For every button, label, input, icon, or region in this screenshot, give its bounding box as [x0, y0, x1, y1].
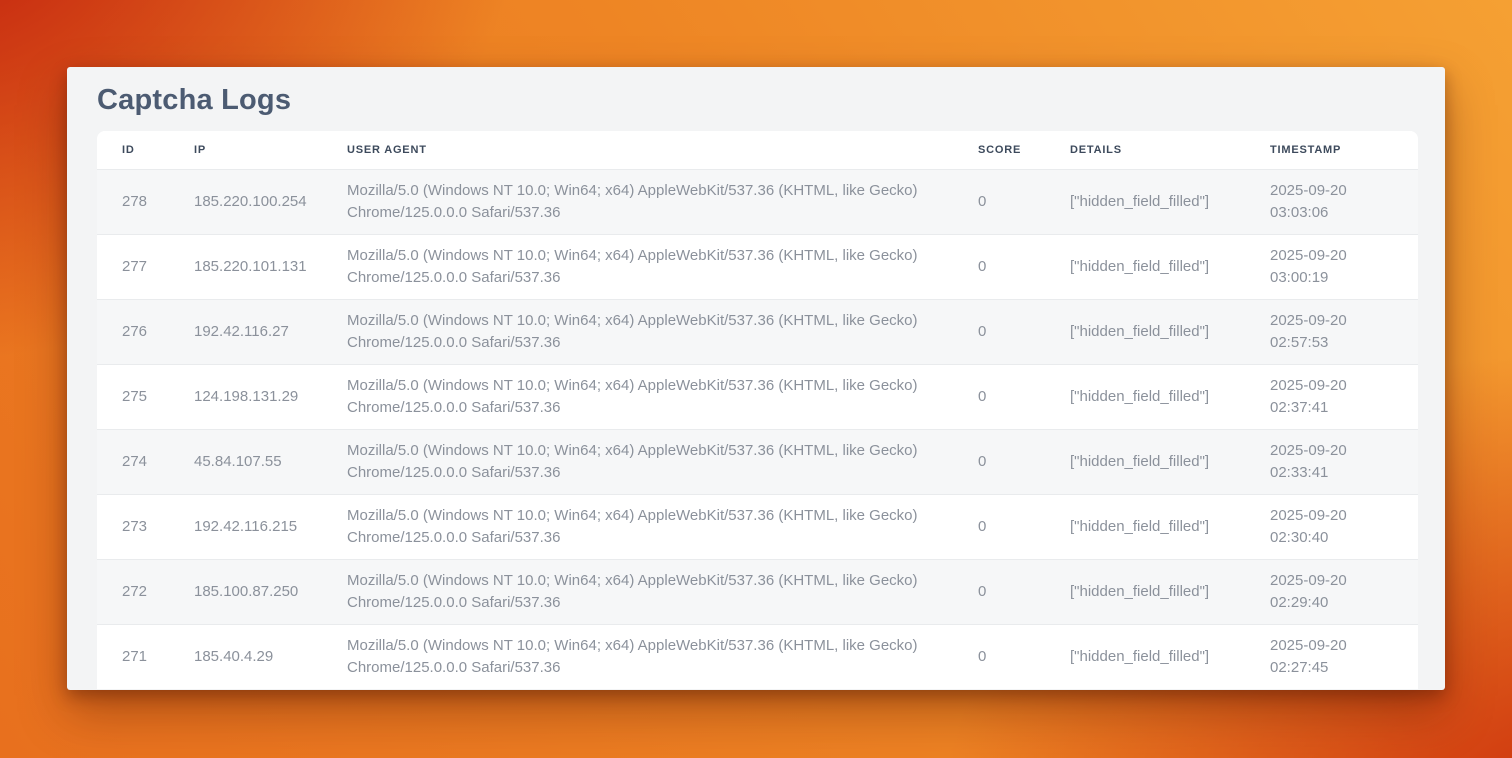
table-row: 271 185.40.4.29 Mozilla/5.0 (Windows NT … [97, 625, 1418, 690]
cell-details: ["hidden_field_filled"] [1070, 300, 1270, 365]
cell-id: 278 [97, 170, 194, 235]
cell-timestamp: 2025-09-20 03:03:06 [1270, 170, 1418, 235]
cell-user-agent: Mozilla/5.0 (Windows NT 10.0; Win64; x64… [347, 300, 978, 365]
column-header-ip: IP [194, 131, 347, 170]
cell-ip: 185.220.100.254 [194, 170, 347, 235]
table-row: 277 185.220.101.131 Mozilla/5.0 (Windows… [97, 235, 1418, 300]
cell-details: ["hidden_field_filled"] [1070, 430, 1270, 495]
cell-timestamp: 2025-09-20 02:30:40 [1270, 495, 1418, 560]
cell-id: 276 [97, 300, 194, 365]
cell-score: 0 [978, 300, 1070, 365]
cell-timestamp: 2025-09-20 02:29:40 [1270, 560, 1418, 625]
captcha-logs-table-container[interactable]: IDIPUSER AGENTSCOREDETAILSTIMESTAMP 278 … [97, 131, 1418, 689]
column-header-id: ID [97, 131, 194, 170]
column-header-details: DETAILS [1070, 131, 1270, 170]
cell-ip: 185.100.87.250 [194, 560, 347, 625]
page-title: Captcha Logs [97, 81, 1418, 119]
cell-ip: 124.198.131.29 [194, 365, 347, 430]
cell-user-agent: Mozilla/5.0 (Windows NT 10.0; Win64; x64… [347, 170, 978, 235]
cell-id: 277 [97, 235, 194, 300]
cell-ip: 45.84.107.55 [194, 430, 347, 495]
cell-score: 0 [978, 495, 1070, 560]
table-row: 275 124.198.131.29 Mozilla/5.0 (Windows … [97, 365, 1418, 430]
column-header-user-agent: USER AGENT [347, 131, 978, 170]
table-row: 276 192.42.116.27 Mozilla/5.0 (Windows N… [97, 300, 1418, 365]
table-row: 272 185.100.87.250 Mozilla/5.0 (Windows … [97, 560, 1418, 625]
cell-score: 0 [978, 560, 1070, 625]
cell-score: 0 [978, 235, 1070, 300]
cell-id: 272 [97, 560, 194, 625]
page-background: { "page": { "title": "Captcha Logs" }, "… [0, 0, 1512, 758]
table-row: 273 192.42.116.215 Mozilla/5.0 (Windows … [97, 495, 1418, 560]
cell-details: ["hidden_field_filled"] [1070, 495, 1270, 560]
cell-ip: 192.42.116.27 [194, 300, 347, 365]
cell-details: ["hidden_field_filled"] [1070, 625, 1270, 690]
table-body: 278 185.220.100.254 Mozilla/5.0 (Windows… [97, 170, 1418, 690]
cell-ip: 185.40.4.29 [194, 625, 347, 690]
cell-user-agent: Mozilla/5.0 (Windows NT 10.0; Win64; x64… [347, 560, 978, 625]
cell-id: 271 [97, 625, 194, 690]
cell-id: 275 [97, 365, 194, 430]
cell-details: ["hidden_field_filled"] [1070, 235, 1270, 300]
table-row: 274 45.84.107.55 Mozilla/5.0 (Windows NT… [97, 430, 1418, 495]
captcha-logs-table: IDIPUSER AGENTSCOREDETAILSTIMESTAMP 278 … [97, 131, 1418, 689]
table-row: 278 185.220.100.254 Mozilla/5.0 (Windows… [97, 170, 1418, 235]
captcha-logs-card: Captcha Logs IDIPUSER AGENTSCOREDETAILST… [67, 67, 1445, 690]
cell-timestamp: 2025-09-20 03:00:19 [1270, 235, 1418, 300]
cell-ip: 185.220.101.131 [194, 235, 347, 300]
cell-timestamp: 2025-09-20 02:27:45 [1270, 625, 1418, 690]
column-header-score: SCORE [978, 131, 1070, 170]
cell-timestamp: 2025-09-20 02:37:41 [1270, 365, 1418, 430]
cell-user-agent: Mozilla/5.0 (Windows NT 10.0; Win64; x64… [347, 430, 978, 495]
cell-score: 0 [978, 170, 1070, 235]
cell-id: 273 [97, 495, 194, 560]
cell-user-agent: Mozilla/5.0 (Windows NT 10.0; Win64; x64… [347, 365, 978, 430]
cell-timestamp: 2025-09-20 02:57:53 [1270, 300, 1418, 365]
cell-score: 0 [978, 430, 1070, 495]
cell-details: ["hidden_field_filled"] [1070, 560, 1270, 625]
cell-ip: 192.42.116.215 [194, 495, 347, 560]
cell-user-agent: Mozilla/5.0 (Windows NT 10.0; Win64; x64… [347, 495, 978, 560]
cell-details: ["hidden_field_filled"] [1070, 365, 1270, 430]
cell-id: 274 [97, 430, 194, 495]
cell-details: ["hidden_field_filled"] [1070, 170, 1270, 235]
table-header-row: IDIPUSER AGENTSCOREDETAILSTIMESTAMP [97, 131, 1418, 170]
cell-timestamp: 2025-09-20 02:33:41 [1270, 430, 1418, 495]
cell-user-agent: Mozilla/5.0 (Windows NT 10.0; Win64; x64… [347, 235, 978, 300]
column-header-timestamp: TIMESTAMP [1270, 131, 1418, 170]
cell-score: 0 [978, 365, 1070, 430]
cell-score: 0 [978, 625, 1070, 690]
cell-user-agent: Mozilla/5.0 (Windows NT 10.0; Win64; x64… [347, 625, 978, 690]
